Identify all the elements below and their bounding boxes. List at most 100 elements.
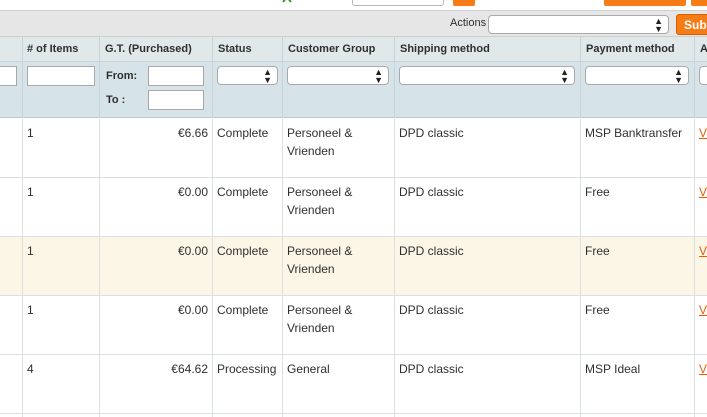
cell-customer-group: Personeel & Vrienden (287, 183, 352, 219)
actions-label: Actions (450, 17, 487, 29)
view-link[interactable]: V (699, 301, 707, 319)
cell-status: Complete (217, 244, 269, 258)
cell-group-line1: Personeel & (287, 244, 353, 258)
column-divider (22, 237, 23, 296)
action-filter-select[interactable] (699, 66, 707, 85)
select-arrows-icon: ▲ ▼ (263, 67, 272, 85)
column-divider (694, 296, 695, 355)
column-divider (212, 178, 213, 237)
cell-total: €64.62 (171, 362, 208, 376)
select-arrows-icon: ▲ ▼ (654, 16, 663, 34)
view-link[interactable]: V (699, 124, 707, 142)
column-divider (212, 37, 213, 62)
cell-items: 1 (27, 126, 34, 140)
column-header-shipping-method[interactable]: Shipping method (400, 43, 490, 55)
table-row[interactable]: 1 €0.00 Complete Personeel & Vrienden DPD… (0, 296, 707, 355)
column-divider (580, 119, 581, 178)
cell-status: Processing (217, 362, 277, 376)
table-row[interactable]: 4 €64.62 Processing General DPD classic … (0, 355, 707, 414)
actions-select[interactable]: ▲ ▼ (488, 15, 669, 34)
cell-group-line1: General (287, 362, 330, 376)
view-link[interactable]: V (699, 360, 707, 378)
massaction-bar: Actions ▲▼ Subm (0, 10, 707, 37)
table-row[interactable]: 1 €0.00 Complete Personeel & Vrienden DPD… (0, 178, 707, 237)
column-divider (22, 355, 23, 414)
table-row[interactable]: 1 €0.00 Complete Personeel & Vrienden DPD… (0, 237, 707, 296)
column-divider (99, 178, 100, 237)
customer-group-filter-select[interactable]: ▲ ▼ (287, 66, 389, 85)
cell-payment: MSP Banktransfer (585, 126, 683, 140)
column-divider (282, 62, 283, 118)
select-arrows-icon: ▲ ▼ (374, 67, 383, 85)
column-divider (694, 119, 695, 178)
column-header-customer-group[interactable]: Customer Group (288, 43, 375, 55)
cell-payment: Free (585, 244, 610, 258)
column-divider (580, 62, 581, 118)
cell-total: €0.00 (177, 303, 208, 317)
cell-shipping: DPD classic (399, 185, 464, 199)
cell-shipping: DPD classic (399, 303, 464, 317)
cell-items: 1 (27, 185, 34, 199)
column-divider (99, 355, 100, 414)
column-header-action[interactable]: A (700, 43, 707, 55)
gt-from-input[interactable] (148, 66, 204, 86)
cell-shipping: DPD classic (399, 362, 464, 376)
filter-button[interactable] (604, 0, 686, 6)
column-divider (394, 62, 395, 118)
column-divider (580, 296, 581, 355)
column-divider (99, 119, 100, 178)
cell-group-line1: Personeel & (287, 185, 353, 199)
cell-customer-group: Personeel & Vrienden (287, 124, 352, 160)
cell-items: 1 (27, 244, 34, 258)
grid-header-row: # of Items G.T. (Purchased) Status Custo… (0, 37, 707, 62)
cell-payment: Free (585, 303, 610, 317)
table-row[interactable]: 1 €6.66 Complete Personeel & Vrienden DPD… (0, 119, 707, 178)
top-toolbar-strip (0, 0, 707, 10)
cell-total: €6.66 (177, 126, 208, 140)
pager-button[interactable] (453, 0, 475, 6)
view-link[interactable]: V (699, 183, 707, 201)
column-divider (212, 355, 213, 414)
column-divider (394, 237, 395, 296)
column-header-status[interactable]: Status (218, 43, 252, 55)
column-divider (212, 62, 213, 118)
column-divider (580, 355, 581, 414)
column-header-gt-purchased[interactable]: G.T. (Purchased) (105, 43, 192, 55)
column-divider (212, 237, 213, 296)
column-divider (212, 296, 213, 355)
submit-button[interactable]: Subm (676, 14, 707, 35)
column-divider (99, 237, 100, 296)
column-divider (22, 178, 23, 237)
view-link[interactable]: V (699, 242, 707, 260)
shipping-method-filter-select[interactable]: ▲ ▼ (399, 66, 575, 85)
cell-status: Complete (217, 126, 269, 140)
column-divider (282, 37, 283, 62)
column-header-items[interactable]: # of Items (27, 43, 78, 55)
cell-group-line2: Vrienden (287, 262, 335, 276)
column-divider (694, 178, 695, 237)
select-arrows-icon: ▲ ▼ (560, 67, 569, 85)
refresh-arrow-icon[interactable] (282, 0, 292, 4)
status-filter-select[interactable]: ▲ ▼ (217, 66, 278, 85)
column-divider (99, 296, 100, 355)
cell-customer-group: General (287, 360, 330, 378)
column-divider (694, 37, 695, 62)
previous-column-filter-input[interactable] (0, 66, 17, 86)
column-divider (394, 296, 395, 355)
column-divider (22, 296, 23, 355)
items-filter-input[interactable] (27, 66, 95, 86)
cell-shipping: DPD classic (399, 244, 464, 258)
column-header-payment-method[interactable]: Payment method (586, 43, 675, 55)
column-divider (22, 62, 23, 118)
payment-method-filter-select[interactable]: ▲ ▼ (585, 66, 689, 85)
cell-total: €0.00 (177, 185, 208, 199)
pager-input[interactable] (352, 0, 444, 6)
column-divider (580, 237, 581, 296)
cell-total: €0.00 (177, 244, 208, 258)
column-divider (394, 119, 395, 178)
to-label: To : (106, 94, 126, 106)
cell-group-line1: Personeel & (287, 126, 353, 140)
reset-filter-button[interactable] (691, 0, 707, 6)
cell-group-line2: Vrienden (287, 321, 335, 335)
gt-to-input[interactable] (148, 90, 204, 110)
